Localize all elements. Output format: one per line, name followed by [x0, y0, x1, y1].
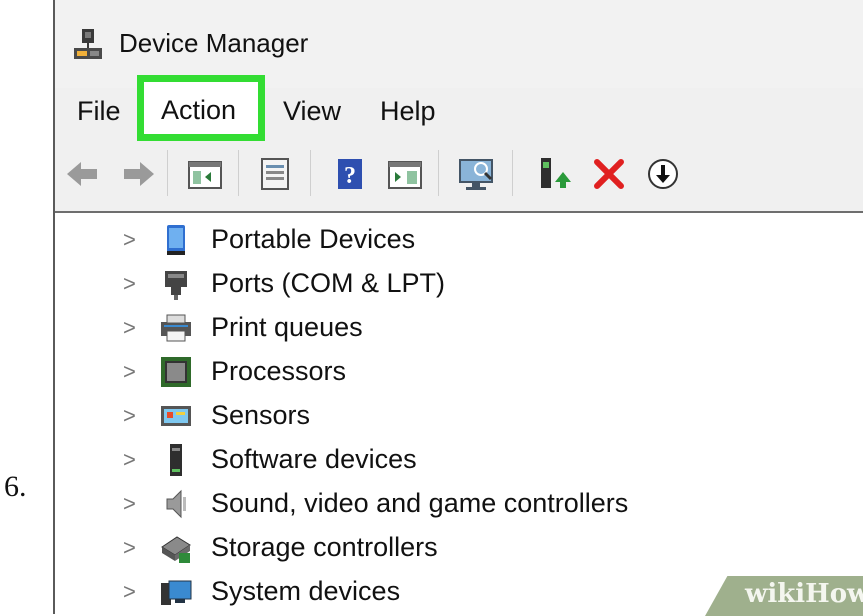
- device-tree: > Portable Devices > Ports (COM & LPT) >…: [55, 211, 863, 616]
- chevron-right-icon[interactable]: >: [123, 359, 136, 385]
- tree-item-processors[interactable]: > Processors: [55, 351, 855, 395]
- show-action-pane-icon[interactable]: [385, 154, 425, 194]
- toolbar-separator: [167, 150, 168, 196]
- tree-item-label: Print queues: [211, 312, 363, 342]
- toolbar: ?: [55, 142, 863, 206]
- forward-arrow-icon[interactable]: [118, 154, 158, 194]
- window-title: Device Manager: [119, 28, 309, 58]
- tree-item-sound-video-game[interactable]: > Sound, video and game controllers: [55, 483, 855, 527]
- tree-item-label: Ports (COM & LPT): [211, 268, 446, 298]
- tree-item-print-queues[interactable]: > Print queues: [55, 307, 855, 351]
- chevron-right-icon[interactable]: >: [123, 491, 136, 517]
- step-number: 6.: [4, 470, 27, 503]
- help-icon[interactable]: ?: [331, 154, 371, 194]
- tree-item-software-devices[interactable]: > Software devices: [55, 439, 855, 483]
- ports-icon: [159, 267, 193, 301]
- tree-item-ports[interactable]: > Ports (COM & LPT): [55, 263, 855, 307]
- scan-hardware-icon[interactable]: [457, 154, 497, 194]
- portable-devices-icon: [159, 223, 193, 257]
- tree-item-label: Sensors: [211, 400, 311, 430]
- system-devices-icon: [159, 575, 193, 609]
- menu-view[interactable]: View: [283, 96, 341, 127]
- chevron-right-icon[interactable]: >: [123, 315, 136, 341]
- uninstall-icon[interactable]: [589, 154, 629, 194]
- properties-icon[interactable]: [255, 154, 295, 194]
- svg-text:?: ?: [344, 163, 356, 189]
- toolbar-separator: [238, 150, 239, 196]
- tree-item-label: Software devices: [211, 444, 417, 474]
- tree-item-label: Processors: [211, 356, 347, 386]
- toolbar-separator: [310, 150, 311, 196]
- tree-item-label: Portable Devices: [211, 224, 416, 254]
- tree-item-portable-devices[interactable]: > Portable Devices: [55, 219, 855, 263]
- chevron-right-icon[interactable]: >: [123, 535, 136, 561]
- tree-item-label: Sound, video and game controllers: [211, 488, 629, 518]
- menu-bar: File Action View Help: [55, 75, 863, 141]
- storage-controller-icon: [159, 531, 193, 565]
- device-manager-window: Device Manager File Action View Help ? >…: [53, 0, 863, 616]
- wikihow-watermark: wikiHow: [705, 576, 863, 616]
- chevron-right-icon[interactable]: >: [123, 271, 136, 297]
- update-driver-icon[interactable]: [533, 154, 573, 194]
- download-icon[interactable]: [643, 154, 683, 194]
- chevron-right-icon[interactable]: >: [123, 227, 136, 253]
- chevron-right-icon[interactable]: >: [123, 579, 136, 605]
- device-manager-icon: [71, 27, 105, 61]
- tree-item-label: Storage controllers: [211, 532, 438, 562]
- sensors-icon: [159, 399, 193, 433]
- chevron-right-icon[interactable]: >: [123, 403, 136, 429]
- menu-action[interactable]: Action: [137, 75, 265, 141]
- toolbar-separator: [438, 150, 439, 196]
- menu-help[interactable]: Help: [380, 96, 436, 127]
- toolbar-separator: [512, 150, 513, 196]
- processor-icon: [159, 355, 193, 389]
- show-hide-console-tree-icon[interactable]: [185, 154, 225, 194]
- menu-file[interactable]: File: [77, 96, 121, 127]
- printer-icon: [159, 311, 193, 345]
- chevron-right-icon[interactable]: >: [123, 447, 136, 473]
- back-arrow-icon[interactable]: [63, 154, 103, 194]
- tree-item-sensors[interactable]: > Sensors: [55, 395, 855, 439]
- tree-item-storage-controllers[interactable]: > Storage controllers: [55, 527, 855, 571]
- software-devices-icon: [159, 443, 193, 477]
- tree-item-label: System devices: [211, 576, 401, 606]
- menu-action-label: Action: [161, 95, 237, 125]
- wikihow-watermark-text: wikiHow: [745, 579, 863, 609]
- speaker-icon: [159, 487, 193, 521]
